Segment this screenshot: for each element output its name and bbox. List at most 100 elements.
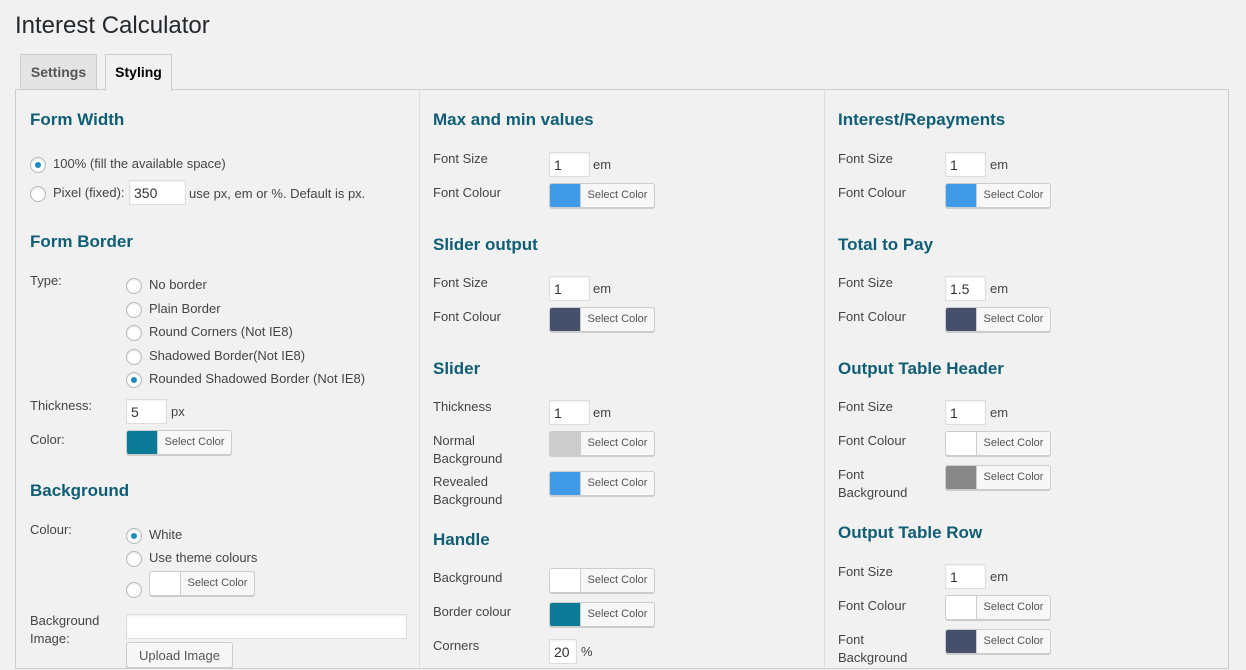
- select-color-label: Select Color: [983, 601, 1044, 613]
- interest-font-size-input[interactable]: 1: [945, 152, 986, 177]
- page-title: Interest Calculator: [15, 12, 210, 39]
- table-row-font-bg-label: Font: [838, 632, 865, 647]
- color-swatch: [550, 472, 581, 495]
- color-swatch: [946, 308, 977, 331]
- border-option-label: Shadowed Border(Not IE8): [149, 348, 306, 363]
- slider-revealed-bg-label: Revealed: [433, 474, 488, 489]
- table-header-font-size-input[interactable]: 1: [945, 400, 986, 425]
- color-swatch: [550, 432, 581, 455]
- table-row-font-color-picker[interactable]: Select Color: [945, 595, 1051, 620]
- tab-styling[interactable]: Styling: [105, 54, 172, 91]
- border-option-label: Plain Border: [149, 301, 221, 316]
- background-custom-radio[interactable]: [126, 582, 142, 598]
- styling-panel: Form Width 100% (fill the available spac…: [15, 89, 1229, 670]
- background-image-input[interactable]: [126, 614, 407, 639]
- total-font-colour-label: Font Colour: [838, 309, 906, 324]
- color-swatch: [946, 184, 977, 207]
- handle-corners-input[interactable]: 20: [549, 639, 577, 664]
- em-unit: em: [990, 569, 1009, 584]
- form-width-pixel-note: use px, em or %. Default is px.: [189, 186, 366, 201]
- table-header-font-bg-label: Font: [838, 467, 865, 482]
- border-plain-radio[interactable]: [126, 302, 142, 318]
- select-color-label: Select Color: [983, 189, 1044, 201]
- form-width-title: Form Width: [30, 110, 125, 129]
- border-round-corners-radio[interactable]: [126, 325, 142, 341]
- border-option-label: No border: [149, 277, 207, 292]
- max-min-font-size-input[interactable]: 1: [549, 152, 590, 177]
- slider-normal-bg-color-picker[interactable]: Select Color: [549, 431, 655, 456]
- table-row-font-size-input[interactable]: 1: [945, 564, 986, 589]
- interest-font-colour-label: Font Colour: [838, 185, 906, 200]
- background-option-label: Use theme colours: [149, 550, 258, 565]
- handle-background-color-picker[interactable]: Select Color: [549, 568, 655, 593]
- total-font-size-input[interactable]: 1.5: [945, 276, 986, 301]
- border-color-picker[interactable]: Select Color: [126, 430, 232, 455]
- slider-thickness-input[interactable]: 1: [549, 400, 590, 425]
- background-white-radio[interactable]: [126, 528, 142, 544]
- column-output: Interest/Repayments Font Size 1 em Font …: [825, 90, 1229, 670]
- slider-revealed-bg-color-picker[interactable]: Select Color: [549, 471, 655, 496]
- background-color-picker[interactable]: Select Color: [149, 571, 255, 596]
- border-thickness-input[interactable]: 5: [126, 399, 167, 424]
- table-row-title: Output Table Row: [838, 523, 983, 542]
- slider-output-font-color-picker[interactable]: Select Color: [549, 307, 655, 332]
- form-width-pixel-radio[interactable]: [30, 186, 46, 202]
- background-image-label: Background: [30, 613, 100, 628]
- form-width-pixel-input[interactable]: 350: [129, 180, 186, 205]
- max-min-font-size-label: Font Size: [433, 151, 488, 166]
- percent-unit: %: [581, 644, 593, 659]
- max-min-title: Max and min values: [433, 110, 594, 129]
- table-row-font-colour-label: Font Colour: [838, 598, 906, 613]
- border-thickness-label: Thickness:: [30, 398, 93, 413]
- color-swatch: [946, 630, 977, 653]
- total-font-color-picker[interactable]: Select Color: [945, 307, 1051, 332]
- color-swatch: [550, 603, 581, 626]
- em-unit: em: [593, 157, 612, 172]
- slider-thickness-label: Thickness: [433, 399, 492, 414]
- column-form: Form Width 100% (fill the available spac…: [16, 90, 420, 670]
- color-swatch: [946, 432, 977, 455]
- select-color-label: Select Color: [983, 635, 1044, 647]
- color-swatch: [550, 308, 581, 331]
- table-header-font-colour-label: Font Colour: [838, 433, 906, 448]
- color-swatch: [550, 184, 581, 207]
- select-color-label: Select Color: [587, 477, 648, 489]
- select-color-label: Select Color: [587, 437, 648, 449]
- table-header-font-size-label: Font Size: [838, 399, 893, 414]
- table-header-font-bg-label: Background: [838, 485, 908, 500]
- handle-corners-label: Corners: [433, 638, 480, 653]
- interest-title: Interest/Repayments: [838, 110, 1006, 129]
- em-unit: em: [593, 405, 612, 420]
- max-min-font-color-picker[interactable]: Select Color: [549, 183, 655, 208]
- em-unit: em: [593, 281, 612, 296]
- background-title: Background: [30, 481, 130, 500]
- border-shadowed-radio[interactable]: [126, 349, 142, 365]
- em-unit: em: [990, 157, 1009, 172]
- interest-font-color-picker[interactable]: Select Color: [945, 183, 1051, 208]
- background-theme-radio[interactable]: [126, 551, 142, 567]
- select-color-label: Select Color: [587, 313, 648, 325]
- select-color-label: Select Color: [587, 189, 648, 201]
- table-header-font-bg-color-picker[interactable]: Select Color: [945, 465, 1051, 490]
- table-row-font-bg-label: Background: [838, 650, 908, 665]
- border-rounded-shadowed-radio[interactable]: [126, 372, 142, 388]
- table-row-font-size-label: Font Size: [838, 564, 893, 579]
- background-colour-label: Colour:: [30, 522, 72, 537]
- select-color-label: Select Color: [587, 574, 648, 586]
- tab-settings[interactable]: Settings: [20, 54, 97, 90]
- max-min-font-colour-label: Font Colour: [433, 185, 501, 200]
- total-title: Total to Pay: [838, 235, 934, 254]
- table-row-font-bg-color-picker[interactable]: Select Color: [945, 629, 1051, 654]
- table-header-font-color-picker[interactable]: Select Color: [945, 431, 1051, 456]
- color-swatch: [946, 466, 977, 489]
- column-slider: Max and min values Font Size 1 em Font C…: [420, 90, 825, 670]
- handle-border-color-picker[interactable]: Select Color: [549, 602, 655, 627]
- color-swatch: [127, 431, 158, 454]
- total-font-size-label: Font Size: [838, 275, 893, 290]
- upload-image-button[interactable]: Upload Image: [126, 642, 233, 668]
- border-no-border-radio[interactable]: [126, 278, 142, 294]
- form-width-full-radio[interactable]: [30, 157, 46, 173]
- handle-title: Handle: [433, 530, 490, 549]
- slider-output-font-size-input[interactable]: 1: [549, 276, 590, 301]
- background-option-label: White: [149, 527, 183, 542]
